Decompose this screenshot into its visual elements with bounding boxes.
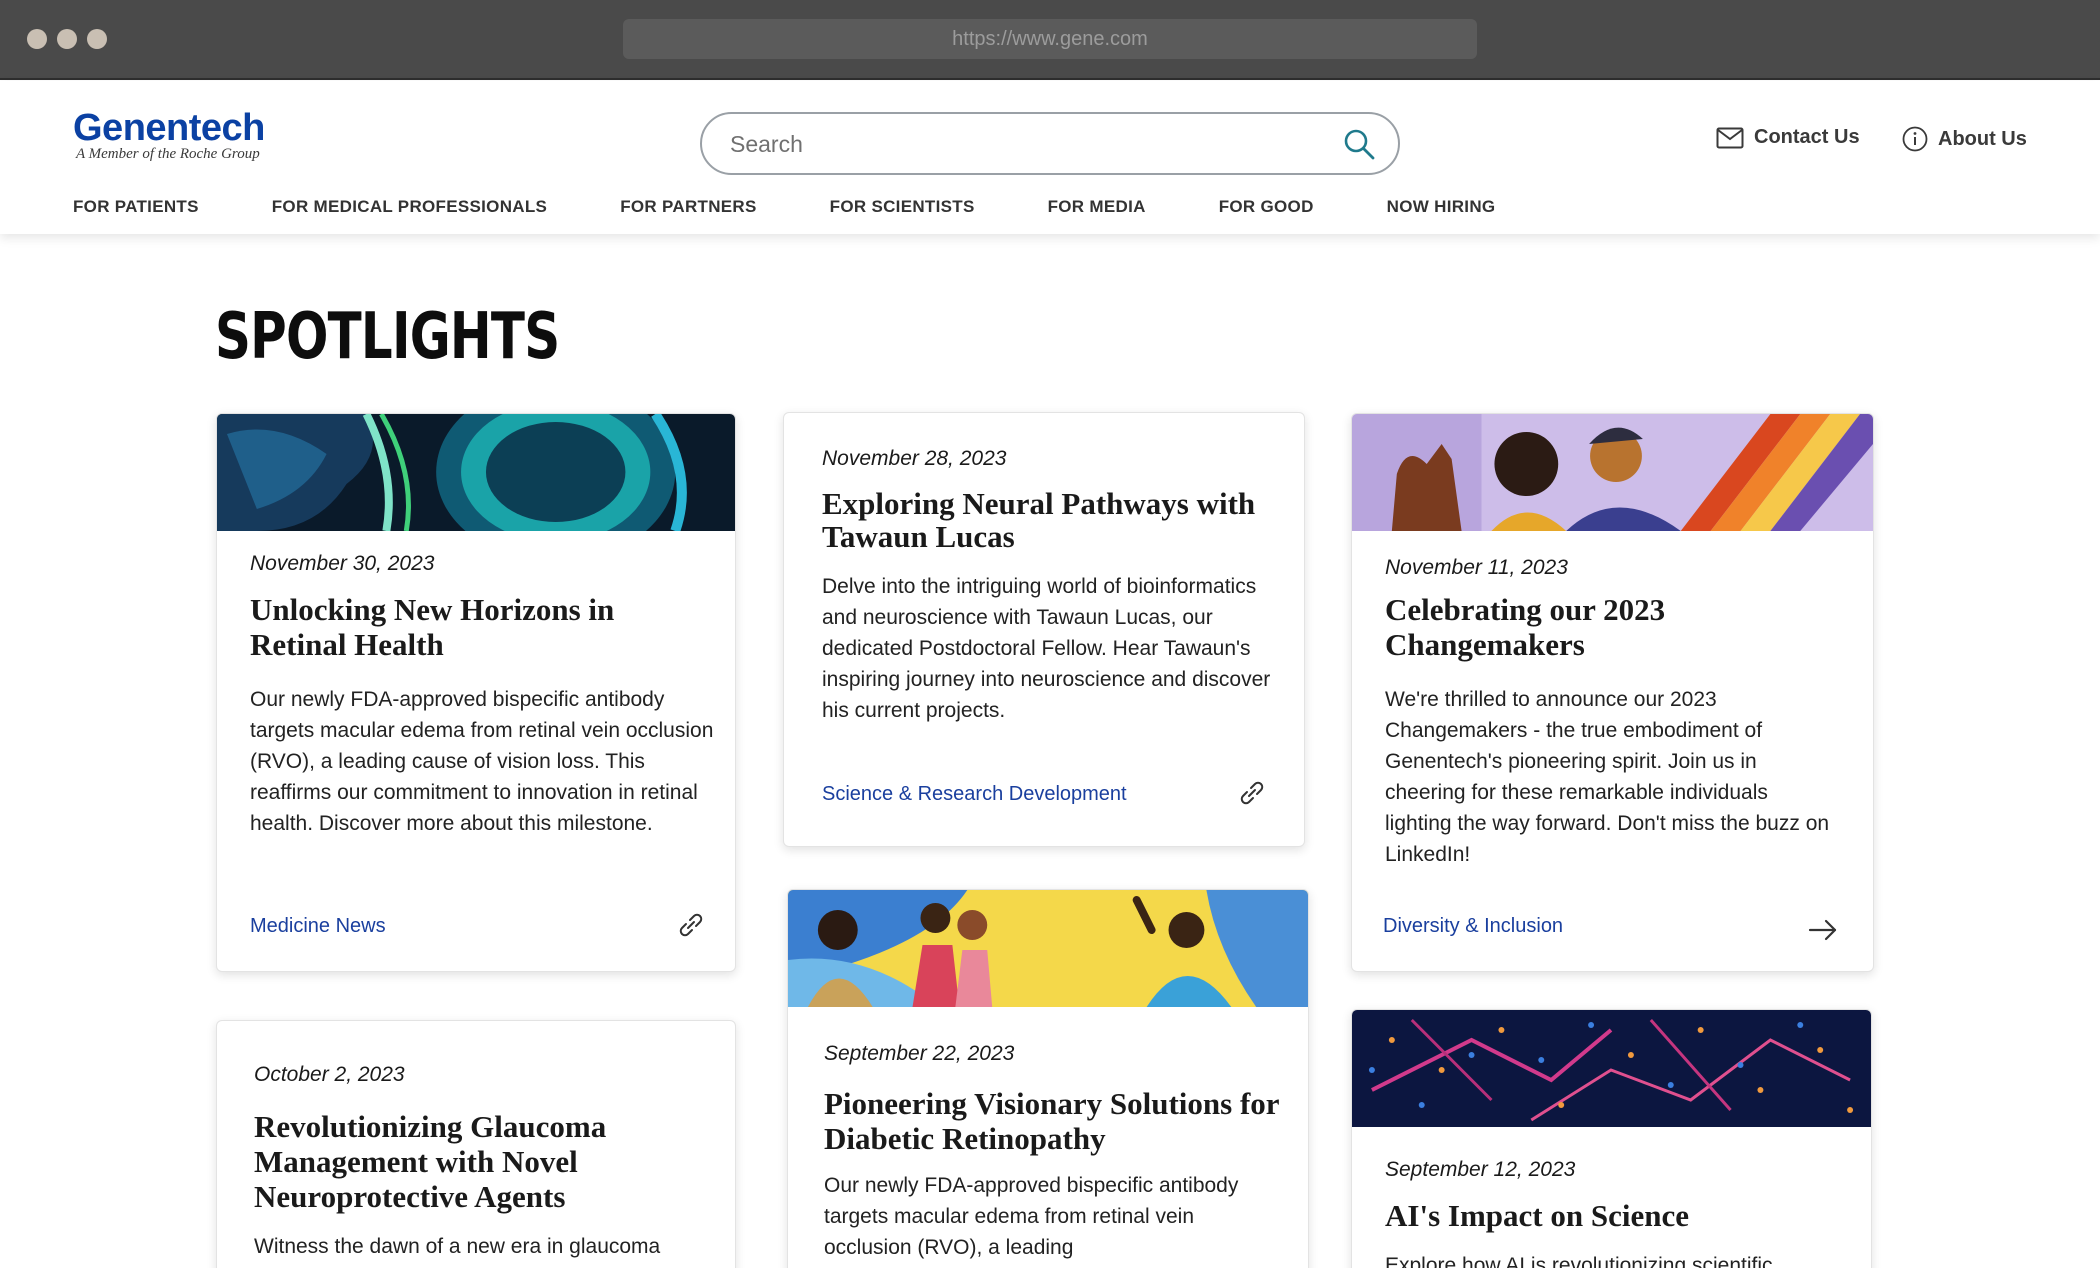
logo-tagline: A Member of the Roche Group — [76, 146, 260, 162]
genentech-logo[interactable]: Genentech A Member of the Roche Group — [73, 108, 265, 163]
link-icon[interactable] — [1236, 777, 1268, 809]
arrow-right-icon[interactable] — [1807, 914, 1839, 946]
spotlight-card[interactable]: November 11, 2023 Celebrating our 2023 C… — [1351, 413, 1874, 972]
nav-for-medical-professionals[interactable]: FOR MEDICAL PROFESSIONALS — [272, 197, 547, 217]
site-header: Genentech A Member of the Roche Group Co… — [0, 81, 2100, 234]
card-title[interactable]: AI's Impact on Science — [1385, 1198, 1850, 1233]
nav-for-media[interactable]: FOR MEDIA — [1048, 197, 1146, 217]
card-title[interactable]: Revolutionizing Glaucoma Management with… — [254, 1109, 694, 1214]
browser-chrome: https://www.gene.com — [0, 0, 2100, 80]
community-illustration — [788, 890, 1308, 1007]
spotlight-card[interactable]: November 30, 2023 Unlocking New Horizons… — [216, 413, 736, 972]
card-category-link[interactable]: Diversity & Inclusion — [1383, 915, 1563, 938]
page-title: SPOTLIGHTS — [215, 300, 560, 374]
nav-for-scientists[interactable]: FOR SCIENTISTS — [830, 197, 975, 217]
ai-science-image — [1352, 1010, 1871, 1127]
card-category-link[interactable]: Science & Research Development — [822, 783, 1127, 806]
spotlight-card[interactable]: September 12, 2023 AI's Impact on Scienc… — [1351, 1009, 1872, 1268]
spotlight-card[interactable]: November 28, 2023 Exploring Neural Pathw… — [783, 412, 1305, 847]
card-description: Our newly FDA-approved bispecific antibo… — [824, 1174, 1239, 1259]
card-description: Delve into the intriguing world of bioin… — [822, 575, 1271, 722]
card-description: We're thrilled to announce our 2023 Chan… — [1385, 688, 1830, 866]
search-input[interactable] — [730, 128, 1310, 160]
retina-image — [217, 414, 735, 531]
contact-us-label: Contact Us — [1754, 126, 1860, 148]
mail-icon — [1716, 127, 1744, 148]
nav-for-good[interactable]: FOR GOOD — [1219, 197, 1314, 217]
card-date: October 2, 2023 — [254, 1063, 405, 1086]
contact-us-link[interactable]: Contact Us — [1716, 126, 1860, 149]
about-us-link[interactable]: About Us — [1902, 126, 2027, 152]
window-minimize-button[interactable] — [57, 29, 77, 49]
card-description: Explore how AI is revolutionizing scient… — [1385, 1254, 1773, 1268]
card-date: September 12, 2023 — [1385, 1158, 1576, 1181]
nav-for-partners[interactable]: FOR PARTNERS — [620, 197, 756, 217]
card-category-link[interactable]: Medicine News — [250, 915, 386, 938]
card-description: Witness the dawn of a new era in glaucom… — [254, 1235, 661, 1258]
address-bar[interactable]: https://www.gene.com — [623, 19, 1477, 59]
window-maximize-button[interactable] — [87, 29, 107, 49]
card-description: Our newly FDA-approved bispecific antibo… — [250, 688, 714, 835]
logo-wordmark: Genentech — [73, 107, 265, 149]
card-date: September 22, 2023 — [824, 1042, 1015, 1065]
card-date: November 28, 2023 — [822, 447, 1007, 470]
search-box — [700, 112, 1400, 175]
spotlight-card[interactable]: October 2, 2023 Revolutionizing Glaucoma… — [216, 1020, 736, 1268]
spotlight-card[interactable]: September 22, 2023 Pioneering Visionary … — [787, 889, 1309, 1268]
nav-now-hiring[interactable]: NOW HIRING — [1387, 197, 1496, 217]
main-nav: FOR PATIENTS FOR MEDICAL PROFESSIONALS F… — [73, 197, 1568, 217]
card-title[interactable]: Pioneering Visionary Solutions for Diabe… — [824, 1086, 1289, 1156]
card-title[interactable]: Unlocking New Horizons in Retinal Health — [250, 592, 700, 662]
link-icon[interactable] — [675, 909, 707, 941]
about-us-label: About Us — [1938, 127, 2027, 150]
changemakers-illustration — [1352, 414, 1873, 531]
card-date: November 11, 2023 — [1385, 556, 1568, 579]
search-icon[interactable] — [1342, 127, 1376, 161]
card-title[interactable]: Exploring Neural Pathways with Tawaun Lu… — [822, 487, 1292, 553]
card-title[interactable]: Celebrating our 2023 Changemakers — [1385, 592, 1835, 662]
card-date: November 30, 2023 — [250, 552, 435, 575]
nav-for-patients[interactable]: FOR PATIENTS — [73, 197, 199, 217]
info-icon — [1902, 126, 1928, 152]
window-close-button[interactable] — [27, 29, 47, 49]
